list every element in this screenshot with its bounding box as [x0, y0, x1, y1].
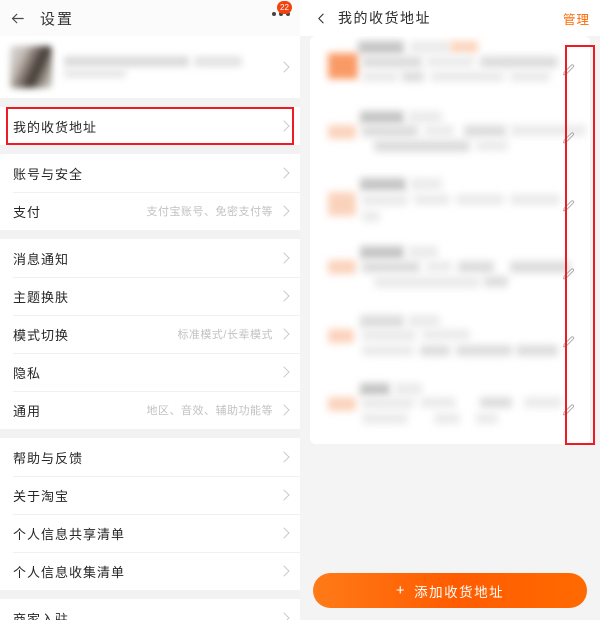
notification-badge: 22 — [277, 1, 292, 14]
pencil-edit-icon — [562, 403, 574, 415]
chevron-right-icon — [278, 120, 290, 132]
pencil-edit-icon — [562, 335, 574, 347]
sidebar-item-mode-switch[interactable]: 模式切换 标准模式/长辈模式 — [0, 315, 300, 353]
profile-card — [0, 36, 300, 98]
sidebar-item-sublabel: 支付宝账号、免密支付等 — [146, 206, 273, 218]
manage-button[interactable]: 管理 — [563, 9, 590, 28]
sidebar-item-privacy[interactable]: 隐私 — [0, 353, 300, 391]
sidebar-item-notifications[interactable]: 消息通知 — [0, 239, 300, 277]
sidebar-item-label: 隐私 — [13, 365, 42, 381]
preferences-group: 消息通知 主题换肤 模式切换 标准模式/长辈模式 隐私 通用 地区、音效、辅助功… — [0, 239, 300, 429]
back-arrow-icon[interactable] — [0, 10, 34, 27]
address-list-item[interactable] — [310, 36, 590, 104]
sidebar-item-label: 通用 — [13, 403, 42, 419]
sidebar-item-label: 关于淘宝 — [13, 488, 70, 504]
edit-address-button[interactable] — [546, 376, 590, 444]
sidebar-item-label: 个人信息共享清单 — [13, 526, 126, 542]
sidebar-item-help-feedback[interactable]: 帮助与反馈 — [0, 438, 300, 476]
section-divider — [0, 429, 300, 438]
account-group: 账号与安全 支付 支付宝账号、免密支付等 — [0, 154, 300, 230]
sidebar-item-payment[interactable]: 支付 支付宝账号、免密支付等 — [0, 192, 300, 230]
chevron-right-icon — [278, 404, 290, 416]
sidebar-item-label: 我的收货地址 — [13, 119, 98, 135]
pencil-edit-icon — [562, 131, 574, 143]
sidebar-item-info-sharing-list[interactable]: 个人信息共享清单 — [0, 514, 300, 552]
sidebar-item-label: 个人信息收集清单 — [13, 564, 126, 580]
chevron-right-icon — [278, 167, 290, 179]
sidebar-item-my-address[interactable]: 我的收货地址 — [0, 107, 300, 145]
chevron-right-icon — [278, 328, 290, 340]
edit-address-button[interactable] — [546, 240, 590, 308]
address-content-redacted — [314, 315, 558, 369]
address-content-redacted — [314, 111, 586, 165]
chevron-right-icon — [278, 612, 290, 620]
sidebar-item-label: 主题换肤 — [13, 289, 70, 305]
address-page-title: 我的收货地址 — [338, 10, 431, 26]
address-panel: 我的收货地址 管理 + 添加收货地址 — [300, 0, 600, 620]
page-title: 设置 — [40, 10, 75, 28]
address-list-item[interactable] — [310, 172, 590, 240]
pencil-edit-icon — [562, 199, 574, 211]
edit-address-button[interactable] — [546, 104, 590, 172]
sidebar-item-label: 消息通知 — [13, 251, 70, 267]
chevron-right-icon — [278, 61, 290, 73]
settings-topbar: 设置 22 — [0, 0, 300, 36]
chevron-right-icon — [278, 527, 290, 539]
address-list — [310, 36, 590, 444]
about-group: 帮助与反馈 关于淘宝 个人信息共享清单 个人信息收集清单 — [0, 438, 300, 590]
address-list-item[interactable] — [310, 308, 590, 376]
chevron-right-icon — [278, 252, 290, 264]
chevron-right-icon — [278, 366, 290, 378]
merchant-group: 商家入驻 — [0, 599, 300, 620]
edit-address-button[interactable] — [546, 172, 590, 240]
pencil-edit-icon — [562, 267, 574, 279]
sidebar-item-info-collection-list[interactable]: 个人信息收集清单 — [0, 552, 300, 590]
user-avatar — [10, 46, 52, 88]
section-divider — [0, 230, 300, 239]
profile-name-redacted — [64, 51, 280, 83]
address-content-redacted — [314, 246, 570, 301]
profile-row[interactable] — [0, 36, 300, 98]
add-address-label: 添加收货地址 — [414, 584, 505, 600]
sidebar-item-account-security[interactable]: 账号与安全 — [0, 154, 300, 192]
edit-address-button[interactable] — [546, 36, 590, 104]
sidebar-item-sublabel: 地区、音效、辅助功能等 — [146, 405, 273, 417]
address-list-item[interactable] — [310, 104, 590, 172]
sidebar-item-label: 商家入驻 — [13, 611, 70, 620]
pencil-edit-icon — [562, 63, 574, 75]
edit-address-button[interactable] — [546, 308, 590, 376]
sidebar-item-merchant-onboarding[interactable]: 商家入驻 — [0, 599, 300, 620]
address-content-redacted — [314, 383, 562, 437]
chevron-right-icon — [278, 290, 290, 302]
sidebar-item-label: 支付 — [13, 204, 42, 220]
address-content-redacted — [314, 41, 558, 97]
address-topbar: 我的收货地址 管理 — [300, 0, 600, 36]
sidebar-item-label: 模式切换 — [13, 327, 70, 343]
add-address-button[interactable]: + 添加收货地址 — [313, 573, 587, 608]
add-address-bar: + 添加收货地址 — [300, 573, 600, 608]
sidebar-item-sublabel: 标准模式/长辈模式 — [177, 329, 273, 341]
settings-panel: 设置 22 我的收货地址 账号与安全 支付 支付宝账号、免密支付等 消息通知 主… — [0, 0, 300, 620]
section-divider — [0, 590, 300, 599]
address-content-redacted — [314, 178, 560, 233]
chevron-right-icon — [278, 565, 290, 577]
chevron-right-icon — [278, 451, 290, 463]
address-list-item[interactable] — [310, 376, 590, 444]
sidebar-item-about-taobao[interactable]: 关于淘宝 — [0, 476, 300, 514]
chevron-right-icon — [278, 205, 290, 217]
sidebar-item-label: 帮助与反馈 — [13, 450, 84, 466]
address-group: 我的收货地址 — [0, 107, 300, 145]
section-divider — [0, 98, 300, 107]
screenshot-root: 设置 22 我的收货地址 账号与安全 支付 支付宝账号、免密支付等 消息通知 主… — [0, 0, 600, 620]
back-chevron-icon[interactable] — [312, 11, 330, 26]
section-divider — [0, 145, 300, 154]
address-list-item[interactable] — [310, 240, 590, 308]
sidebar-item-theme[interactable]: 主题换肤 — [0, 277, 300, 315]
chevron-right-icon — [278, 489, 290, 501]
plus-icon: + — [395, 582, 407, 599]
dot — [272, 12, 276, 16]
sidebar-item-general[interactable]: 通用 地区、音效、辅助功能等 — [0, 391, 300, 429]
sidebar-item-label: 账号与安全 — [13, 166, 84, 182]
